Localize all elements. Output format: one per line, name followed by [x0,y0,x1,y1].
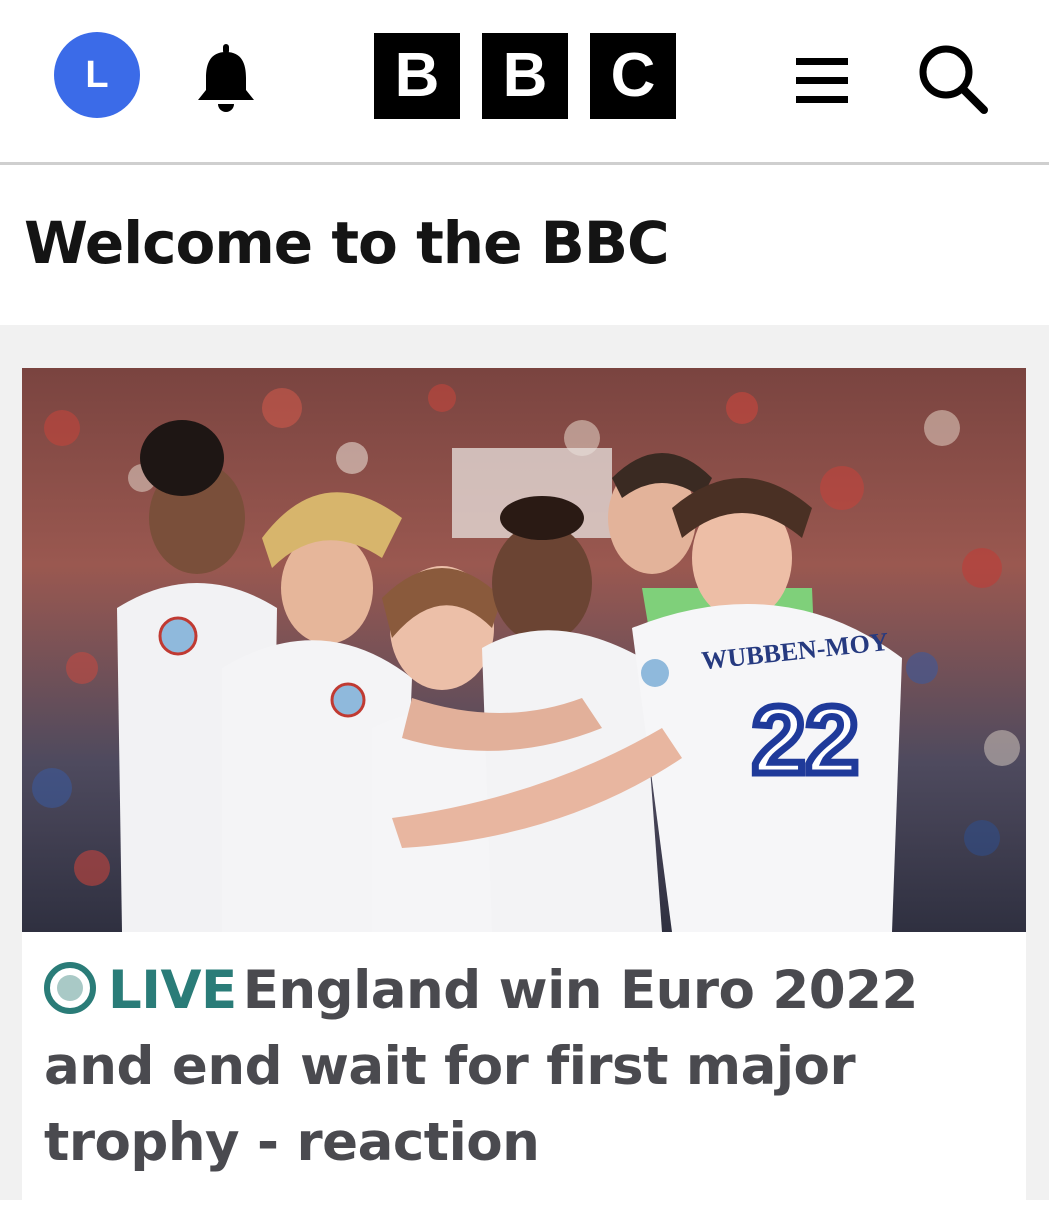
logo-block-c: C [590,33,676,119]
avatar-initial: L [85,53,109,96]
bbc-logo[interactable]: B B C [374,33,676,119]
top-story-card[interactable]: WUBBEN-MOY 22 LIVE England win Euro 2022 … [22,368,1026,1208]
hamburger-menu-icon[interactable] [794,56,852,106]
live-label: LIVE [108,960,237,1021]
page-title: Welcome to the BBC [24,209,670,277]
account-avatar[interactable]: L [54,32,140,118]
logo-block-b2: B [482,33,568,119]
content-area: WUBBEN-MOY 22 LIVE England win Euro 2022 … [0,325,1049,1208]
search-icon[interactable] [914,40,990,116]
live-indicator-icon [44,962,96,1014]
logo-block-b1: B [374,33,460,119]
welcome-section: Welcome to the BBC [0,165,1049,325]
top-bar: L B B C [0,0,1049,165]
jersey-number: 22 [752,687,859,794]
story-image[interactable]: WUBBEN-MOY 22 [22,368,1026,932]
story-headline[interactable]: LIVE England win Euro 2022 and end wait f… [44,953,1004,1181]
notification-bell-icon[interactable] [190,40,262,116]
